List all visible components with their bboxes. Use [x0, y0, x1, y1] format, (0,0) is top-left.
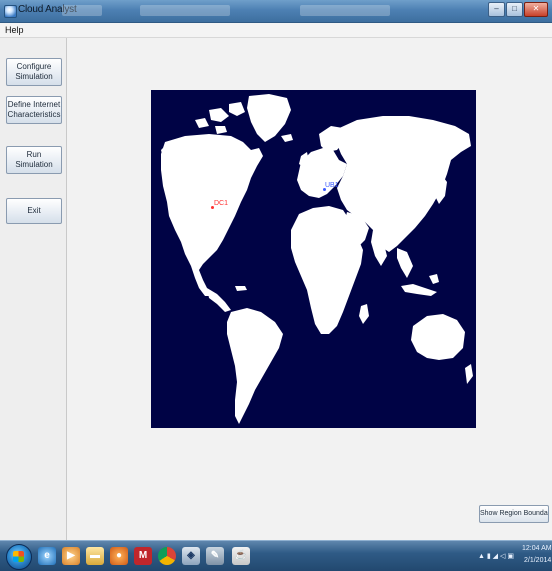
ub1-label: UB1 [325, 182, 339, 189]
dc1-label: DC1 [214, 200, 229, 207]
shield-icon[interactable]: ◈ [182, 547, 200, 565]
java-icon[interactable]: ☕ [232, 547, 250, 565]
ie-icon[interactable]: e [38, 547, 56, 565]
clock-time[interactable]: 12:04 AM [522, 545, 552, 552]
minimize-button[interactable]: – [488, 2, 505, 17]
firefox-icon[interactable]: ● [110, 547, 128, 565]
define-internet-characteristics-button[interactable]: Define Internet Characteristics [6, 96, 62, 124]
maximize-button[interactable]: □ [506, 2, 523, 17]
clock-date[interactable]: 2/1/2014 [524, 557, 551, 564]
title-blur [140, 5, 230, 16]
app-icon [4, 5, 17, 18]
m-app-icon[interactable]: M [134, 547, 152, 565]
exit-button[interactable]: Exit [6, 198, 62, 224]
menu-help[interactable]: Help [5, 25, 24, 35]
menu-bar: Help [0, 23, 552, 38]
title-blur [300, 5, 390, 16]
close-button[interactable]: ✕ [524, 2, 548, 17]
world-map-graphic [161, 94, 473, 424]
sidebar: Configure Simulation Define Internet Cha… [0, 38, 67, 540]
run-simulation-button[interactable]: Run Simulation [6, 146, 62, 174]
configure-simulation-button[interactable]: Configure Simulation [6, 58, 62, 86]
title-bar: Cloud Analyst – □ ✕ [0, 0, 552, 23]
media-icon[interactable]: ▶ [62, 547, 80, 565]
tray-icons: ▲ ▮ ◢ ◁ ▣ [478, 553, 514, 560]
tool-icon[interactable]: ✎ [206, 547, 224, 565]
show-region-boundaries-button[interactable]: Show Region Boundaries [479, 505, 549, 523]
window-controls: – □ ✕ [488, 2, 548, 17]
chrome-icon[interactable] [158, 547, 176, 565]
title-blur [62, 5, 102, 16]
world-map: DC1 UB1 [151, 90, 476, 428]
start-button[interactable] [6, 544, 32, 570]
folder-icon[interactable]: ▬ [86, 547, 104, 565]
taskbar: e ▶ ▬ ● M ◈ ✎ ☕ ▲ ▮ ◢ ◁ ▣ 12:04 AM 2/1/2… [0, 540, 552, 571]
main-panel: DC1 UB1 Show Region Boundaries [67, 38, 552, 540]
